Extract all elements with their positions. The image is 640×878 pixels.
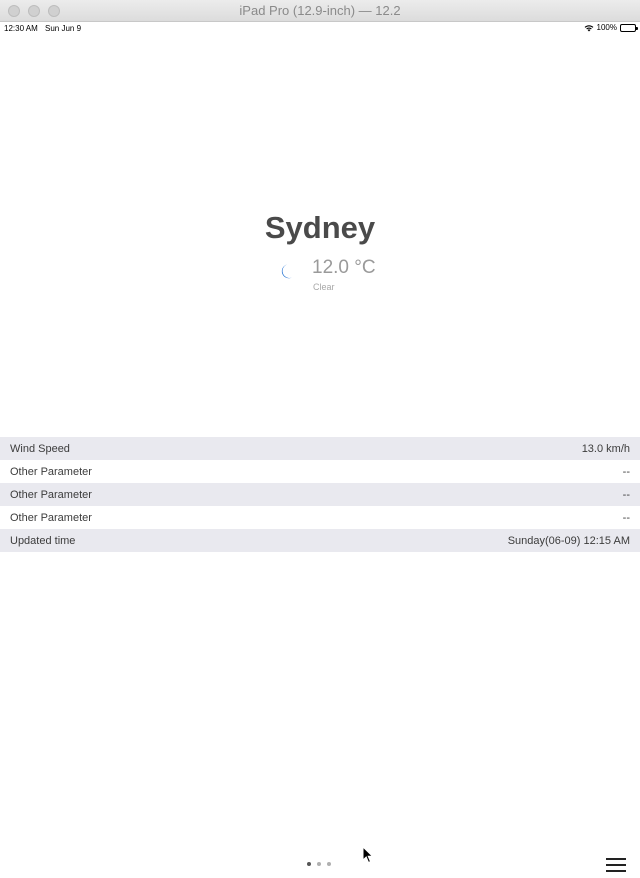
page-control[interactable]	[307, 862, 331, 866]
parameter-table: Wind Speed 13.0 km/h Other Parameter -- …	[0, 437, 640, 552]
close-window-button[interactable]	[8, 5, 20, 17]
minimize-window-button[interactable]	[28, 5, 40, 17]
parameter-value: --	[622, 465, 630, 478]
parameter-label: Other Parameter	[10, 465, 92, 478]
parameter-value: 13.0 km/h	[581, 442, 630, 455]
city-name: Sydney	[264, 210, 376, 245]
parameter-label: Other Parameter	[10, 511, 92, 524]
simulator-title-bar: iPad Pro (12.9-inch) — 12.2	[0, 0, 640, 22]
page-dot[interactable]	[307, 862, 311, 866]
wifi-icon	[584, 24, 594, 32]
zoom-window-button[interactable]	[48, 5, 60, 17]
parameter-value: --	[622, 488, 630, 501]
weather-condition: Clear	[313, 282, 335, 292]
parameter-value: --	[622, 511, 630, 524]
parameter-value: Sunday(06-09) 12:15 AM	[507, 534, 630, 547]
hamburger-menu-icon[interactable]	[606, 858, 626, 872]
table-row[interactable]: Other Parameter --	[0, 460, 640, 483]
battery-percent: 100%	[596, 23, 617, 32]
moon-icon	[278, 263, 294, 281]
status-right: 100%	[584, 23, 638, 32]
table-row[interactable]: Wind Speed 13.0 km/h	[0, 437, 640, 460]
table-row[interactable]: Other Parameter --	[0, 506, 640, 529]
parameter-label: Wind Speed	[10, 442, 70, 455]
table-row[interactable]: Updated time Sunday(06-09) 12:15 AM	[0, 529, 640, 552]
status-bar: 12:30 AM Sun Jun 9 100%	[0, 22, 640, 35]
status-time: 12:30 AM	[4, 24, 38, 33]
page-dot[interactable]	[327, 862, 331, 866]
battery-icon	[620, 23, 638, 32]
temperature: 12.0 °C	[312, 257, 376, 278]
window-controls	[8, 5, 60, 17]
parameter-label: Updated time	[10, 534, 76, 547]
status-date: Sun Jun 9	[45, 24, 82, 33]
parameter-label: Other Parameter	[10, 488, 92, 501]
page-dot[interactable]	[317, 862, 321, 866]
table-row[interactable]: Other Parameter --	[0, 483, 640, 506]
mouse-cursor-icon	[362, 845, 374, 864]
window-title: iPad Pro (12.9-inch) — 12.2	[239, 3, 401, 18]
